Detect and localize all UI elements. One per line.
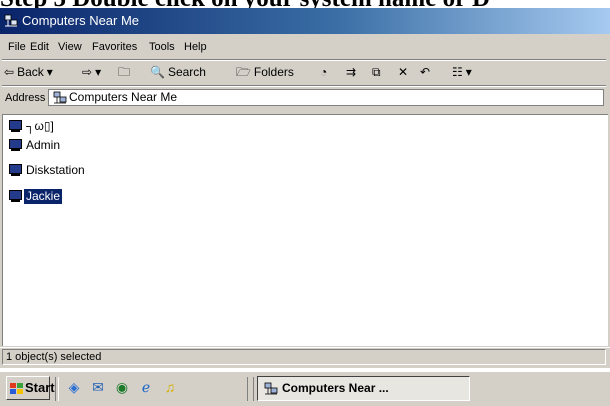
computer-icon [9, 120, 22, 133]
computer-icon [9, 139, 22, 152]
back-arrow-icon: ⇦ [4, 65, 15, 79]
back-label: Back [17, 65, 44, 79]
delete-icon: ✕ [398, 65, 409, 79]
file-list[interactable]: ┐ω▯] Admin Diskstation Jackie [2, 114, 608, 346]
computers-near-me-icon [4, 14, 18, 27]
taskbar-divider [55, 377, 59, 401]
toolbar: ⇦ Back ▾ ⇨ ▾ 🗀 🔍 Search 🗁 Folders ◔ ⇉ ⧉ … [0, 60, 610, 84]
taskbar-grip [247, 377, 254, 401]
taskbar: Start ◈ ✉ ◉ ℯ ♫ Computers Near ... [0, 371, 610, 406]
computer-item-label: ┐ω▯] [26, 119, 54, 133]
forward-arrow-icon: ⇨ [82, 65, 93, 79]
forward-button[interactable]: ⇨ ▾ [82, 60, 101, 84]
computer-item[interactable]: Admin [9, 137, 62, 154]
outlook-express-icon[interactable]: ✉ [90, 379, 106, 395]
menu-favorites[interactable]: Favorites [92, 36, 137, 58]
move-to-button[interactable]: ⇉ [346, 60, 356, 84]
views-icon: ☷ [452, 65, 463, 79]
address-field[interactable]: Computers Near Me [48, 89, 604, 106]
search-icon: 🔍 [150, 65, 165, 79]
network-icon [53, 91, 67, 104]
delete-button[interactable]: ✕ [398, 60, 408, 84]
folder-shortcut-icon[interactable]: ♫ [162, 379, 178, 395]
history-icon: ◔ [320, 65, 328, 79]
address-label: Address [5, 92, 46, 104]
search-label: Search [167, 65, 206, 79]
computer-item-label: Jackie [22, 188, 64, 205]
status-text: 1 object(s) selected [2, 349, 606, 365]
back-button[interactable]: ⇦ Back ▾ [4, 60, 53, 84]
status-bar: 1 object(s) selected [0, 347, 610, 368]
computer-icon [9, 164, 22, 177]
back-dropdown-icon[interactable]: ▾ [47, 60, 53, 84]
network-icon [264, 382, 278, 395]
menu-bar: File Edit View Favorites Tools Help [0, 36, 610, 58]
window-title: Computers Near Me [22, 13, 140, 28]
show-desktop-icon[interactable]: ◈ [66, 379, 82, 395]
folders-button[interactable]: 🗁 Folders [236, 60, 294, 84]
computer-item[interactable]: ┐ω▯] [9, 118, 56, 135]
search-button[interactable]: 🔍 Search [150, 60, 206, 84]
views-dropdown-icon[interactable]: ▾ [466, 60, 472, 84]
folders-label: Folders [253, 65, 294, 79]
undo-button[interactable]: ↶ [420, 60, 430, 84]
views-button[interactable]: ☷ ▾ [452, 60, 472, 84]
copy-to-icon: ⧉ [372, 65, 381, 79]
menu-file[interactable]: File [8, 36, 26, 58]
computer-item[interactable]: Diskstation [9, 162, 87, 179]
media-player-icon[interactable]: ◉ [114, 379, 130, 395]
up-folder-icon: 🗀 [118, 65, 131, 79]
explorer-window: Computers Near Me File Edit View Favorit… [0, 8, 610, 348]
menu-edit[interactable]: Edit [30, 36, 49, 58]
history-button[interactable]: ◔ [320, 60, 327, 84]
computer-icon [9, 190, 22, 203]
start-button[interactable]: Start [6, 376, 55, 400]
undo-icon: ↶ [420, 65, 431, 79]
move-to-icon: ⇉ [346, 65, 357, 79]
menu-help[interactable]: Help [184, 36, 207, 58]
address-bar: Address Computers Near Me [0, 86, 610, 110]
title-bar[interactable]: Computers Near Me [0, 8, 610, 34]
computer-item-label: Admin [26, 138, 61, 152]
computer-item-selected[interactable]: Jackie [9, 188, 64, 205]
copy-to-button[interactable]: ⧉ [372, 60, 381, 84]
menu-view[interactable]: View [58, 36, 82, 58]
computer-item-label: Diskstation [26, 163, 85, 177]
up-folder-button[interactable]: 🗀 [118, 60, 130, 84]
address-value: Computers Near Me [69, 90, 178, 104]
internet-explorer-icon[interactable]: ℯ [138, 379, 154, 395]
folders-icon: 🗁 [236, 65, 251, 79]
windows-logo-icon [10, 382, 23, 394]
menu-tools[interactable]: Tools [149, 36, 175, 58]
forward-dropdown-icon[interactable]: ▾ [95, 60, 101, 84]
taskbar-window-button[interactable]: Computers Near ... [257, 376, 470, 401]
taskbar-window-label: Computers Near ... [282, 381, 389, 395]
start-label: Start [25, 380, 55, 395]
